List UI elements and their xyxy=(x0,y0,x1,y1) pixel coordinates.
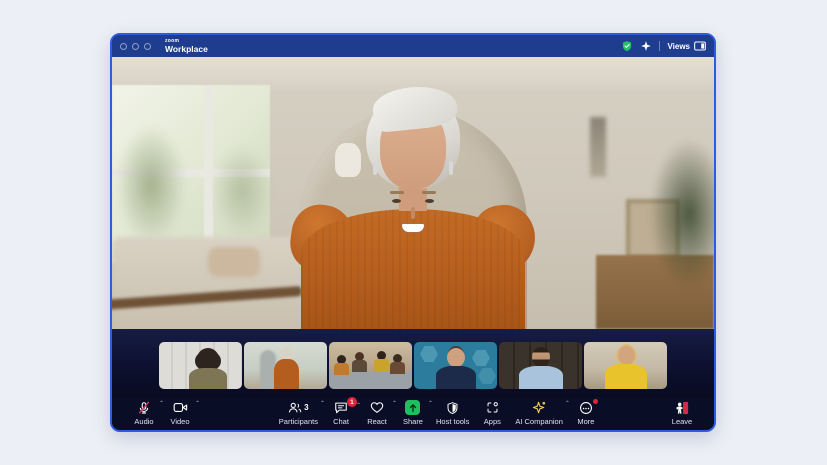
scene-lamp xyxy=(590,117,606,177)
scene-sculpture xyxy=(335,143,361,177)
scene-plant xyxy=(650,139,714,289)
share-screen-icon xyxy=(405,400,420,415)
host-tools-button[interactable]: Host tools xyxy=(431,398,474,429)
meeting-toolbar: ⌃ Audio ⌃ Video ⌃ xyxy=(112,397,714,430)
apps-icon xyxy=(486,400,499,415)
security-shield-icon[interactable] xyxy=(621,40,633,52)
participants-count: 3 xyxy=(304,403,308,412)
audio-button[interactable]: ⌃ Audio xyxy=(126,398,162,429)
leave-button[interactable]: Leave xyxy=(664,398,700,429)
mic-muted-icon xyxy=(137,400,151,415)
filmstrip-thumbnail-3[interactable] xyxy=(329,342,412,389)
filmstrip-thumbnail-6[interactable] xyxy=(584,342,667,389)
heart-icon xyxy=(370,400,384,415)
views-button[interactable]: Views xyxy=(667,41,706,51)
apps-button[interactable]: Apps xyxy=(474,398,510,429)
filmstrip-thumbnail-2[interactable] xyxy=(244,342,327,389)
filmstrip-thumbnail-4[interactable] xyxy=(414,342,497,389)
views-label: Views xyxy=(667,42,690,51)
scene-pillow xyxy=(208,247,260,277)
ai-sparkle-icon[interactable] xyxy=(640,40,652,52)
window-minimize-icon[interactable] xyxy=(132,43,139,50)
shield-icon xyxy=(446,400,459,415)
ai-companion-button[interactable]: ⌃ AI Companion xyxy=(510,398,568,429)
scene-sofa xyxy=(112,237,302,329)
filmstrip xyxy=(112,329,714,397)
react-button[interactable]: ⌃ React xyxy=(359,398,395,429)
main-video xyxy=(112,57,714,329)
views-layout-icon xyxy=(694,41,706,51)
share-button[interactable]: ⌃ Share xyxy=(395,398,431,429)
earring xyxy=(449,161,453,175)
more-icon xyxy=(579,400,593,415)
zoom-workplace-logo: zoom Workplace xyxy=(165,39,208,54)
ai-companion-sparkle-icon xyxy=(532,400,547,415)
video-button[interactable]: ⌃ Video xyxy=(162,398,198,429)
earring xyxy=(373,161,377,175)
video-caret-icon[interactable]: ⌃ xyxy=(195,401,200,407)
more-notification-dot xyxy=(593,399,598,404)
window-close-icon[interactable] xyxy=(120,43,127,50)
desktop-background: zoom Workplace Views xyxy=(0,0,827,465)
window-maximize-icon[interactable] xyxy=(144,43,151,50)
leave-icon xyxy=(675,400,690,415)
window-controls[interactable] xyxy=(120,43,151,50)
participants-button[interactable]: ⌃ 3 Participants xyxy=(274,398,323,429)
title-bar: zoom Workplace Views xyxy=(112,35,714,57)
chat-button[interactable]: 1 ⌃ Chat xyxy=(323,398,359,429)
chat-bubble-icon xyxy=(334,400,348,415)
brand-zoom-text: zoom xyxy=(165,39,208,44)
filmstrip-thumbnail-1[interactable] xyxy=(159,342,242,389)
camera-icon xyxy=(173,400,188,415)
participants-icon xyxy=(288,401,302,414)
titlebar-divider xyxy=(659,41,660,51)
more-button[interactable]: More xyxy=(568,398,604,429)
brand-workplace-text: Workplace xyxy=(165,45,208,54)
zoom-meeting-window: zoom Workplace Views xyxy=(110,33,716,432)
filmstrip-thumbnail-5[interactable] xyxy=(499,342,582,389)
